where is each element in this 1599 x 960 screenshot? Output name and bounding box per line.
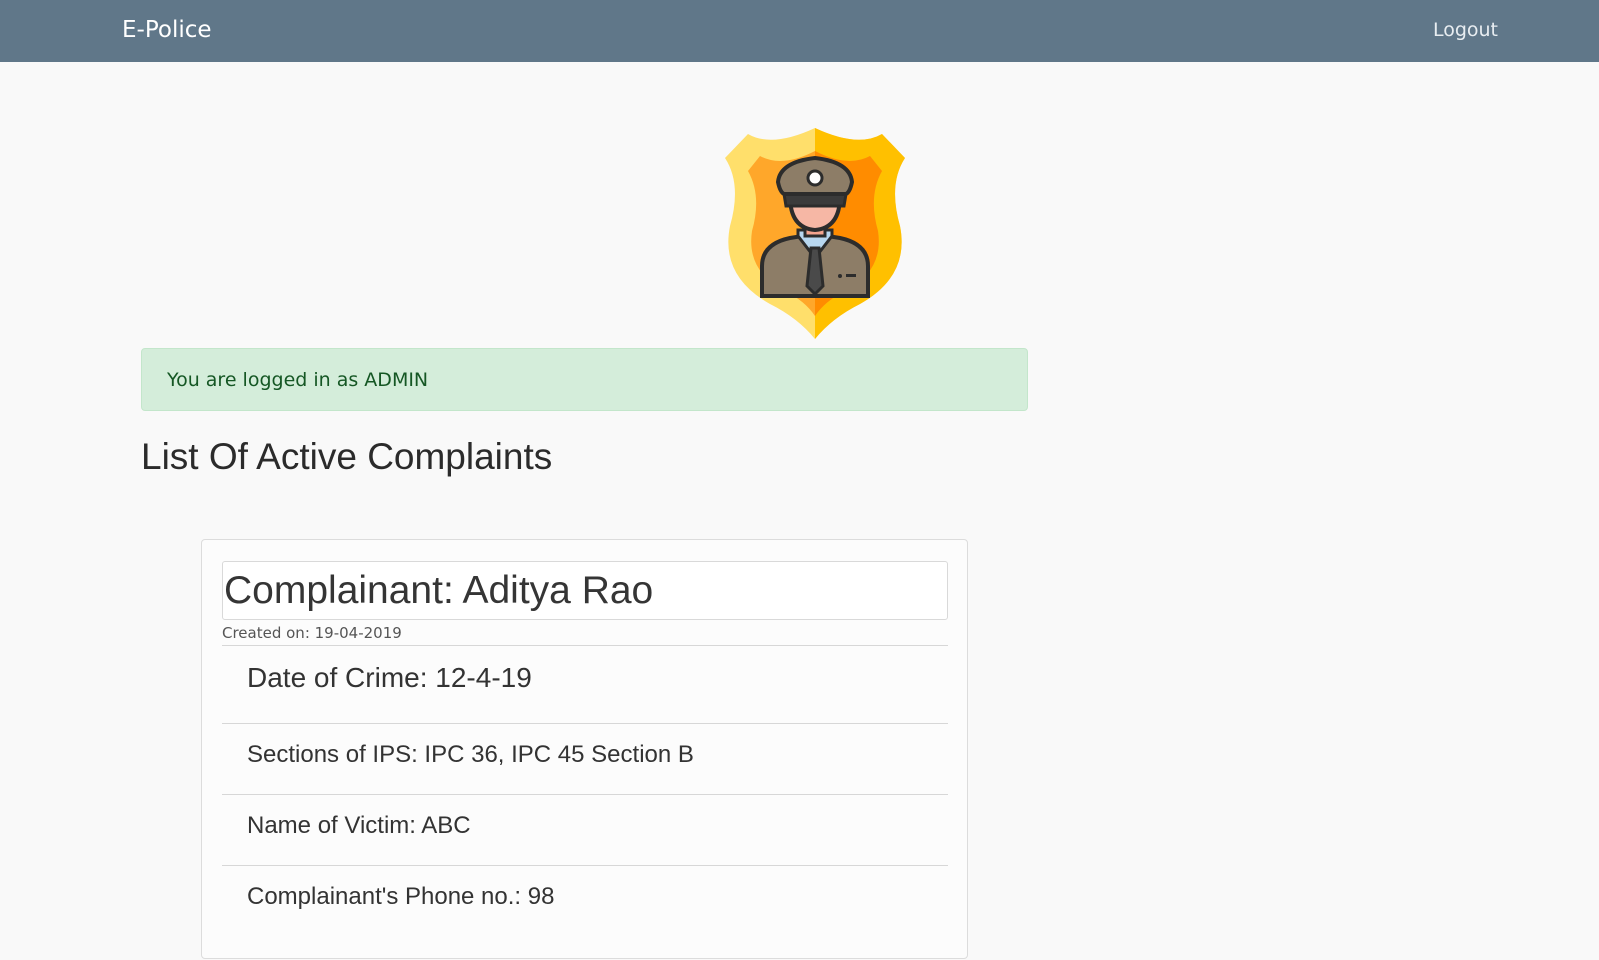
brand-link[interactable]: E-Police	[122, 15, 212, 45]
ipc-sections: Sections of IPS: IPC 36, IPC 45 Section …	[247, 741, 694, 768]
victim-name: Name of Victim: ABC	[247, 812, 471, 839]
list-item: Date of Crime: 12-4-19	[222, 645, 948, 723]
logout-link[interactable]: Logout	[1433, 16, 1498, 44]
page-title: List Of Active Complaints	[141, 436, 553, 477]
list-item: Name of Victim: ABC	[222, 794, 948, 865]
list-item: Complainant's Phone no.: 98	[222, 865, 948, 960]
date-of-crime: Date of Crime: 12-4-19	[247, 662, 532, 693]
police-officer-shield-icon	[720, 126, 910, 341]
complainant-phone: Complainant's Phone no.: 98	[247, 883, 555, 910]
complaint-card-header: Complainant: Aditya Rao	[222, 561, 948, 620]
list-item: Sections of IPS: IPC 36, IPC 45 Section …	[222, 723, 948, 794]
top-navbar: E-Police Logout	[0, 0, 1599, 62]
complaint-card: Complainant: Aditya Rao Created on: 19-0…	[201, 539, 968, 959]
created-on-date: Created on: 19-04-2019	[222, 624, 402, 642]
complainant-name: Complainant: Aditya Rao	[224, 569, 654, 612]
login-status-alert: You are logged in as ADMIN	[141, 348, 1028, 411]
